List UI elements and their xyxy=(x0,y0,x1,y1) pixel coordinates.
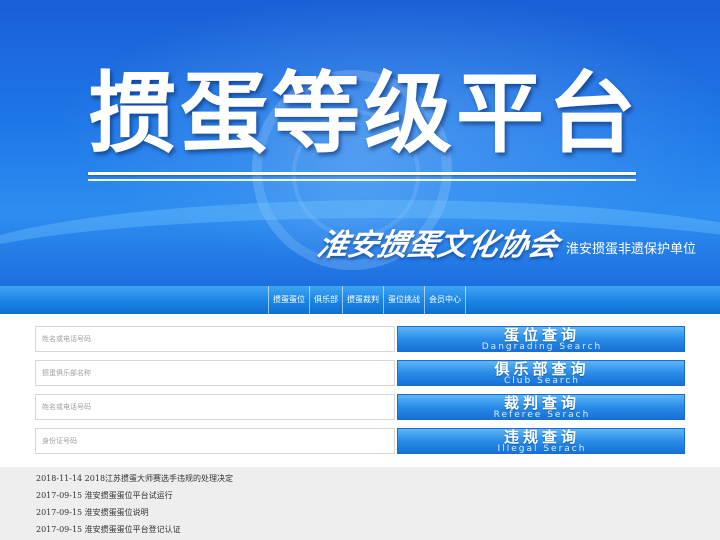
referee-search-button[interactable]: 裁判查询 Referee Serach xyxy=(397,394,685,420)
news-item[interactable]: 2017-09-15 淮安掼蛋蛋位平台登记认证 xyxy=(36,523,181,537)
title-underline-thin xyxy=(88,179,636,181)
club-search-input[interactable] xyxy=(35,360,395,386)
news-item[interactable]: 2018-11-14 2018江苏掼蛋大师赛选手违规的处理决定 xyxy=(36,472,233,486)
news-item[interactable]: 2017-09-15 淮安掼蛋蛋位平台试运行 xyxy=(36,489,173,503)
illegal-search-input[interactable] xyxy=(35,428,395,454)
referee-search-label-en: Referee Serach xyxy=(493,410,591,420)
main-nav: 掼蛋蛋位 俱乐部 掼蛋裁判 蛋位挑战 会员中心 xyxy=(268,286,466,314)
association-name: 淮安掼蛋文化协会 xyxy=(314,228,562,263)
news-list: 2018-11-14 2018江苏掼蛋大师赛选手违规的处理决定 2017-09-… xyxy=(0,467,720,540)
nav-item-member-center[interactable]: 会员中心 xyxy=(425,286,466,314)
search-row-referee: 裁判查询 Referee Serach xyxy=(35,394,685,420)
search-row-dangrading: 蛋位查询 Dangrading Search xyxy=(35,326,685,352)
dangrading-search-label-en: Dangrading Search xyxy=(481,342,603,352)
nav-item-dangrading[interactable]: 掼蛋蛋位 xyxy=(269,286,310,314)
main-nav-bar: 掼蛋蛋位 俱乐部 掼蛋裁判 蛋位挑战 会员中心 xyxy=(0,286,720,314)
news-item[interactable]: 2017-09-15 淮安掼蛋蛋位说明 xyxy=(36,506,149,520)
nav-item-club[interactable]: 俱乐部 xyxy=(310,286,343,314)
dangrading-search-input[interactable] xyxy=(35,326,395,352)
club-search-label-en: Club Search xyxy=(504,376,580,386)
referee-search-input[interactable] xyxy=(35,394,395,420)
illegal-search-label-en: Illegal Serach xyxy=(497,444,587,454)
search-row-club: 俱乐部查询 Club Search xyxy=(35,360,685,386)
nav-item-referee[interactable]: 掼蛋裁判 xyxy=(343,286,384,314)
illegal-search-button[interactable]: 违规查询 Illegal Serach xyxy=(397,428,685,454)
nav-item-challenge[interactable]: 蛋位挑战 xyxy=(384,286,425,314)
dangrading-search-button[interactable]: 蛋位查询 Dangrading Search xyxy=(397,326,685,352)
club-search-button[interactable]: 俱乐部查询 Club Search xyxy=(397,360,685,386)
association-subtitle: 淮安掼蛋非遗保护单位 xyxy=(566,242,697,257)
title-underline xyxy=(88,172,636,175)
search-row-illegal: 违规查询 Illegal Serach xyxy=(35,428,685,454)
header-banner: 掼蛋等级平台 淮安掼蛋文化协会 淮安掼蛋非遗保护单位 xyxy=(0,0,720,286)
site-title: 掼蛋等级平台 xyxy=(87,61,640,165)
